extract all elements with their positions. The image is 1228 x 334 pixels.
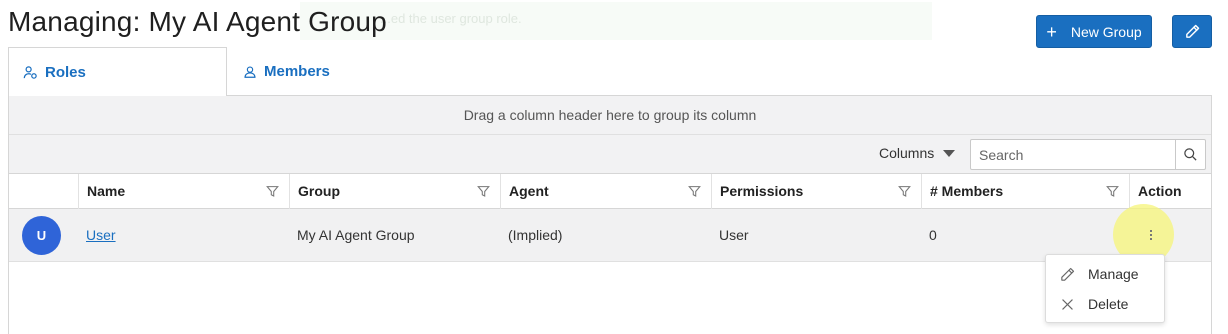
filter-icon[interactable] [266,185,279,198]
close-icon [1062,298,1073,310]
columns-label: Columns [879,145,935,161]
more-actions-icon[interactable] [1150,230,1152,240]
tab-members[interactable]: Members [227,47,377,96]
table-row[interactable]: U User My AI Agent Group (Implied) User … [9,209,1211,262]
columns-chooser-button[interactable]: Columns [879,145,956,161]
grid-toolbar: Columns [9,135,1211,174]
column-header-permissions[interactable]: Permissions [711,174,921,209]
cell-group: My AI Agent Group [297,227,415,243]
group-panel[interactable]: Drag a column header here to group its c… [9,96,1211,135]
filter-icon[interactable] [688,185,701,198]
filter-icon[interactable] [477,185,490,198]
filter-icon[interactable] [1106,185,1119,198]
menu-item-manage[interactable]: Manage [1046,259,1164,289]
column-header-agent[interactable]: Agent [500,174,711,209]
search-button[interactable] [1175,140,1205,169]
menu-item-delete[interactable]: Delete [1046,289,1164,319]
caret-down-icon [943,149,956,157]
column-header-label: Action [1138,183,1182,199]
column-header-label: Permissions [720,183,804,199]
menu-item-label: Delete [1088,296,1129,312]
column-header-name[interactable]: Name [78,174,289,209]
user-icon [244,65,256,78]
cell-agent: (Implied) [508,227,563,243]
grid-header-row: Name Group Agent Permissions # Members A… [9,174,1211,209]
role-name-link[interactable]: User [86,227,116,243]
role-user-icon [23,65,37,79]
column-header-label: Group [298,183,340,199]
faded-notification-banner: ...ed the user group role. [300,2,932,40]
pencil-icon [1185,24,1199,38]
page-title: Managing: My AI Agent Group [8,6,387,37]
tab-roles[interactable]: Roles [8,47,227,96]
plus-icon: + [1046,21,1057,42]
menu-item-label: Manage [1088,266,1139,282]
tab-members-label: Members [264,63,330,80]
column-header-label: Agent [509,183,549,199]
cell-name: User [78,209,116,262]
group-panel-hint: Drag a column header here to group its c… [463,107,757,123]
search-box [970,139,1206,170]
new-group-label: New Group [1070,23,1142,40]
roles-grid: Drag a column header here to group its c… [8,96,1212,334]
cell-permissions: User [719,227,749,243]
edit-group-button[interactable] [1172,15,1212,48]
tab-bar: Roles Members [8,47,1212,96]
search-icon [1184,148,1197,161]
cell-members: 0 [929,227,937,243]
avatar: U [22,216,61,255]
faded-notification-text: ...ed the user group role. [380,11,522,26]
new-group-button[interactable]: + New Group [1036,15,1152,48]
column-header-group[interactable]: Group [289,174,500,209]
column-header-label: # Members [930,183,1004,199]
column-header-members[interactable]: # Members [921,174,1129,209]
tab-roles-label: Roles [45,63,86,81]
filter-icon[interactable] [898,185,911,198]
search-input[interactable] [971,140,1169,169]
pencil-icon [1061,267,1075,281]
column-header-label: Name [87,183,126,199]
row-action-menu: Manage Delete [1045,254,1165,323]
